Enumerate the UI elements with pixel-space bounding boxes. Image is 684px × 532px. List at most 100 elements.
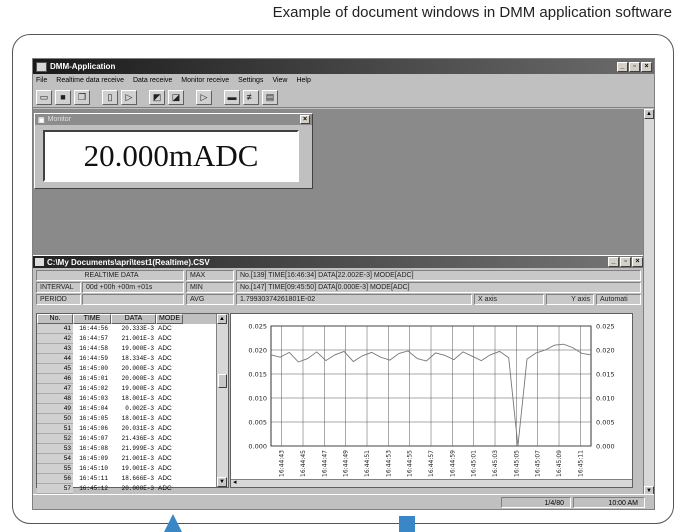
- cell-mode: ADC: [158, 445, 172, 452]
- x-tick-label: 16:44:43: [279, 450, 286, 477]
- y-tick-label-left: 0.020: [248, 347, 267, 355]
- window-icon[interactable]: ▤: [262, 89, 278, 105]
- avg-value: 1.79930374261801E-02: [236, 294, 472, 305]
- table-row[interactable]: 47 16:45:02 19.000E-3 ADC: [37, 384, 228, 394]
- x-axis-button[interactable]: X axis: [474, 294, 544, 305]
- chart-hscrollbar[interactable]: ◂: [231, 479, 632, 487]
- table-body: 41 16:44:56 20.333E-3 ADC 42 16:44:57 21.001E-…: [37, 324, 228, 494]
- cell-no: 44: [37, 354, 73, 364]
- col-time[interactable]: TIME: [73, 314, 111, 324]
- cell-mode: ADC: [158, 455, 172, 462]
- col-data[interactable]: DATA: [111, 314, 156, 324]
- y-axis-button[interactable]: Y axis: [546, 294, 594, 305]
- menu-data-receive[interactable]: Data receive: [133, 77, 172, 84]
- play-icon[interactable]: ▷: [121, 89, 137, 105]
- table-scrollbar[interactable]: ▲ ▼: [216, 314, 228, 487]
- table-row[interactable]: 53 16:45:08 21.999E-3 ADC: [37, 444, 228, 454]
- y-tick-label-left: 0.005: [248, 419, 267, 427]
- data-window-title: C:\My Documents\apri\test1(Realtime).CSV: [47, 257, 210, 267]
- cell-mode: ADC: [158, 415, 172, 422]
- cell-data: 20.333E-3: [121, 325, 154, 332]
- x-tick-label: 16:44:45: [300, 450, 307, 477]
- table-row[interactable]: 42 16:44:57 21.001E-3 ADC: [37, 334, 228, 344]
- table-row[interactable]: 55 16:45:10 19.001E-3 ADC: [37, 464, 228, 474]
- chart-panel: 0.025 0.025 0.020 0.020 0.015 0.015 0.010 0.010…: [230, 313, 633, 488]
- receive-all-icon[interactable]: ◪: [168, 89, 184, 105]
- status-bar: 1/4/80 10:00 AM: [33, 494, 654, 509]
- menu-settings[interactable]: Settings: [238, 77, 263, 84]
- interval-value: 00d +00h +00m +01s: [82, 282, 184, 293]
- menu-realtime-data-receive[interactable]: Realtime data receive: [56, 77, 124, 84]
- cell-time: 16:45:06: [79, 425, 108, 432]
- scroll-down-arrow-icon[interactable]: ▼: [217, 477, 227, 487]
- y-tick-label-left: 0.015: [248, 371, 267, 379]
- open-folder-icon[interactable]: ▭: [36, 89, 52, 105]
- menu-file[interactable]: File: [36, 77, 47, 84]
- new-document-icon[interactable]: ▯: [102, 89, 118, 105]
- x-tick-label: 16:45:11: [577, 450, 584, 477]
- cell-mode: ADC: [158, 345, 172, 352]
- table-row[interactable]: 49 16:45:04 0.002E-3 ADC: [37, 404, 228, 414]
- app-icon: [36, 61, 47, 72]
- min-label: MIN: [186, 282, 234, 293]
- table-row[interactable]: 48 16:45:03 18.001E-3 ADC: [37, 394, 228, 404]
- cell-data: 21.001E-3: [121, 455, 154, 462]
- cell-mode: ADC: [158, 375, 172, 382]
- x-tick-label: 16:44:49: [343, 450, 350, 477]
- settings-icon[interactable]: ≢: [243, 89, 259, 105]
- period-label: PERIOD: [36, 294, 81, 305]
- table-row[interactable]: 52 16:45:07 21.436E-3 ADC: [37, 434, 228, 444]
- cell-no: 56: [37, 474, 73, 484]
- menu-help[interactable]: Help: [296, 77, 310, 84]
- receive-icon[interactable]: ◩: [149, 89, 165, 105]
- app-title: DMM-Application: [50, 62, 116, 71]
- mdi-workspace: ▣ Monitor × 20.000mADC C:\My Documents\a…: [33, 109, 645, 496]
- period-value: [82, 294, 184, 305]
- col-no[interactable]: No.: [37, 314, 73, 324]
- cell-time: 16:44:56: [79, 325, 108, 332]
- monitor-titlebar[interactable]: ▣ Monitor ×: [35, 114, 312, 125]
- cell-mode: ADC: [158, 385, 172, 392]
- x-tick-label: 16:44:57: [428, 450, 435, 477]
- copy-icon[interactable]: ❐: [74, 89, 90, 105]
- data-minimize-button[interactable]: _: [608, 257, 619, 267]
- app-titlebar[interactable]: DMM-Application _ ▫ ×: [33, 59, 654, 74]
- workspace-scroll-up-icon[interactable]: ▲: [644, 109, 654, 119]
- scroll-up-arrow-icon[interactable]: ▲: [217, 314, 227, 324]
- monitor-close-button[interactable]: ×: [300, 115, 310, 124]
- scroll-left-arrow-icon[interactable]: ◂: [233, 478, 237, 486]
- table-row[interactable]: 51 16:45:06 20.031E-3 ADC: [37, 424, 228, 434]
- x-tick-label: 16:45:01: [471, 450, 478, 477]
- table-row[interactable]: 54 16:45:09 21.001E-3 ADC: [37, 454, 228, 464]
- col-mode[interactable]: MODE: [156, 314, 183, 324]
- cell-no: 42: [37, 334, 73, 344]
- table-row[interactable]: 50 16:45:05 18.001E-3 ADC: [37, 414, 228, 424]
- table-scroll-thumb[interactable]: [218, 374, 227, 388]
- menu-monitor-receive[interactable]: Monitor receive: [181, 77, 229, 84]
- workspace-vscrollbar[interactable]: ▲ ▼: [643, 109, 654, 496]
- table-row[interactable]: 56 16:45:11 18.666E-3 ADC: [37, 474, 228, 484]
- cell-time: 16:45:09: [79, 455, 108, 462]
- stop-icon[interactable]: ▬: [224, 89, 240, 105]
- data-maximize-button[interactable]: ▫: [620, 257, 631, 267]
- cell-no: 47: [37, 384, 73, 394]
- close-button[interactable]: ×: [641, 61, 652, 72]
- start-icon[interactable]: ▷: [196, 89, 212, 105]
- table-row[interactable]: 45 16:45:00 20.000E-3 ADC: [37, 364, 228, 374]
- table-row[interactable]: 57 16:45:12 20.000E-3 ADC: [37, 484, 228, 494]
- data-close-button[interactable]: ×: [632, 257, 643, 267]
- cell-time: 16:45:05: [79, 415, 108, 422]
- table-row[interactable]: 44 16:44:59 18.334E-3 ADC: [37, 354, 228, 364]
- maximize-button[interactable]: ▫: [629, 61, 640, 72]
- automatic-button[interactable]: Automati: [596, 294, 641, 305]
- monitor-title: Monitor: [47, 116, 71, 123]
- menu-view[interactable]: View: [272, 77, 287, 84]
- table-row[interactable]: 43 16:44:58 19.000E-3 ADC: [37, 344, 228, 354]
- data-window-titlebar[interactable]: C:\My Documents\apri\test1(Realtime).CSV…: [33, 256, 645, 268]
- table-row[interactable]: 41 16:44:56 20.333E-3 ADC: [37, 324, 228, 334]
- min-value: No.[147] TIME[09:45:50] DATA[0.000E-3] M…: [236, 282, 641, 293]
- minimize-button[interactable]: _: [617, 61, 628, 72]
- table-row[interactable]: 46 16:45:01 20.000E-3 ADC: [37, 374, 228, 384]
- cell-data: 19.000E-3: [121, 345, 154, 352]
- save-icon[interactable]: ■: [55, 89, 71, 105]
